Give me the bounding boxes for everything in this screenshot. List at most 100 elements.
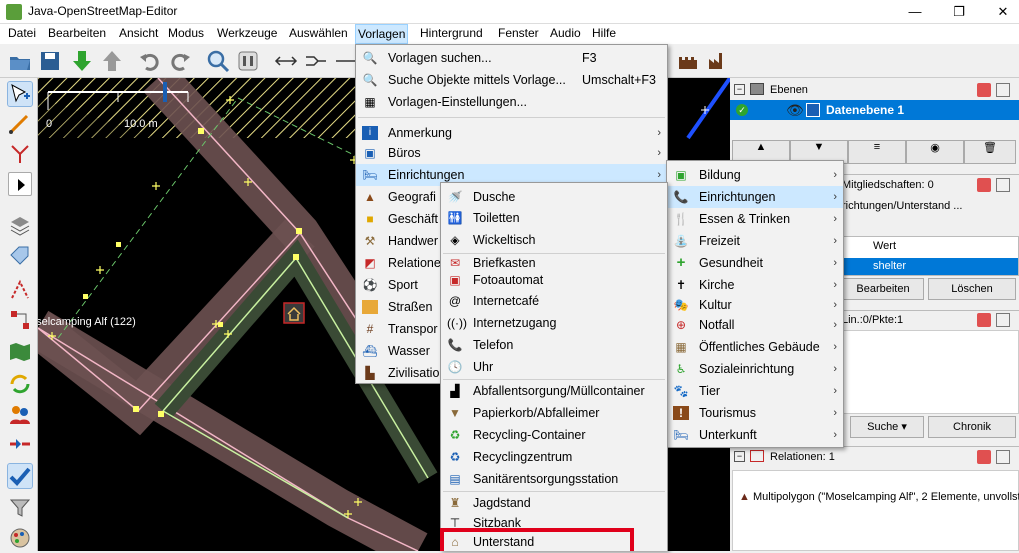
expand-modes-icon[interactable] — [8, 172, 32, 196]
submenu-item-tourismus[interactable]: ! Tourismus › — [667, 402, 843, 424]
save-icon[interactable] — [38, 49, 62, 73]
restore-button[interactable]: ❐ — [944, 2, 974, 22]
menu-fenster[interactable]: Fenster — [496, 26, 541, 40]
submenu-item-sozialeinrichtung[interactable]: ♿ Sozialeinrichtung › — [667, 358, 843, 380]
open-file-icon[interactable] — [8, 49, 32, 73]
show-hide-button[interactable]: ◉ — [906, 140, 964, 164]
item-dusche[interactable]: 🚿 Dusche — [441, 186, 667, 208]
tag-icon[interactable] — [8, 244, 32, 268]
submenu-item-freizeit[interactable]: ⛲ Freizeit › — [667, 230, 843, 252]
menu-item-bueros[interactable]: ▣ Büros › — [356, 142, 667, 164]
submenu-item-bildung[interactable]: ▣ Bildung › — [667, 164, 843, 186]
panel-detach-icon[interactable] — [996, 83, 1010, 97]
select-mode-icon[interactable] — [7, 81, 33, 107]
menu-item-wasser[interactable]: ⛴ Wasser — [356, 340, 442, 362]
selection-detach-icon[interactable] — [996, 313, 1010, 327]
upload-icon[interactable] — [100, 49, 124, 73]
users-icon[interactable] — [8, 402, 32, 426]
castle-icon[interactable] — [676, 49, 700, 73]
layer-row[interactable]: ✓ 👁 Datenebene 1 — [730, 100, 1019, 120]
item-abfallentsorgung[interactable]: ▟ Abfallentsorgung/Müllcontainer — [441, 380, 667, 402]
menu-datei[interactable]: Datei — [6, 26, 38, 40]
history-button[interactable]: Chronik — [928, 416, 1016, 438]
selection-list-icon[interactable] — [8, 278, 32, 302]
menu-item-suche-objekte[interactable]: 🔍 Suche Objekte mittels Vorlage... Umsch… — [356, 69, 667, 91]
download-icon[interactable] — [70, 49, 94, 73]
relations-close-icon[interactable] — [977, 450, 991, 464]
menu-item-transport[interactable]: # Transpor — [356, 318, 442, 340]
menu-vorlagen[interactable]: Vorlagen — [355, 24, 409, 44]
submenu-item-einrichtungen[interactable]: 📞 Einrichtungen › — [667, 186, 843, 208]
zoom-icon[interactable] — [206, 49, 230, 73]
menu-item-anmerkung[interactable]: i Anmerkung › — [356, 122, 667, 144]
menu-item-geschaeft[interactable]: ■ Geschäft — [356, 208, 442, 230]
submenu-item-unterkunft[interactable]: 🛏 Unterkunft › — [667, 424, 843, 446]
item-recycling-container[interactable]: ♻ Recycling-Container — [441, 424, 667, 446]
menu-item-geografie[interactable]: ▲ Geografi — [356, 186, 442, 208]
item-sitzbank[interactable]: ⊤ Sitzbank — [441, 512, 667, 528]
item-internetzugang[interactable]: ((·)) Internetzugang — [441, 312, 667, 334]
minimize-button[interactable]: — — [900, 2, 930, 22]
relations-detach-icon[interactable] — [996, 450, 1010, 464]
collapse-icon[interactable]: − — [734, 84, 745, 95]
menu-item-vorlagen-einstellungen[interactable]: ▦ Vorlagen-Einstellungen... — [356, 91, 667, 113]
delete-layer-button[interactable]: 🗑 — [964, 140, 1016, 164]
close-button[interactable]: ✕ — [988, 2, 1018, 22]
delete-button[interactable]: Löschen — [928, 278, 1016, 300]
split-way-icon[interactable] — [274, 49, 298, 73]
item-jagdstand[interactable]: ♜ Jagdstand — [441, 492, 667, 514]
merge-layer-button[interactable]: ≡ — [848, 140, 906, 164]
preferences-icon[interactable] — [236, 49, 260, 73]
selection-close-icon[interactable] — [977, 313, 991, 327]
menu-item-handwerk[interactable]: ⚒ Handwer — [356, 230, 442, 252]
submenu-item-kultur[interactable]: 🎭 Kultur › — [667, 294, 843, 316]
menu-bearbeiten[interactable]: Bearbeiten — [46, 26, 108, 40]
item-papierkorb[interactable]: ▼ Papierkorb/Abfalleimer — [441, 402, 667, 424]
menu-audio[interactable]: Audio — [548, 26, 583, 40]
item-recyclingzentrum[interactable]: ♻ Recyclingzentrum — [441, 446, 667, 468]
table-row[interactable]: shelter — [843, 258, 1018, 275]
item-fotoautomat[interactable]: ▣ Fotoautomat — [441, 269, 667, 291]
map-paint-icon[interactable] — [8, 526, 32, 550]
menu-item-strassen[interactable]: Straßen — [356, 296, 442, 318]
map-icon[interactable] — [8, 340, 32, 364]
undo-icon[interactable] — [138, 49, 162, 73]
menu-item-vorlagen-suchen[interactable]: 🔍 Vorlagen suchen... F3 — [356, 47, 667, 69]
item-sanitaerentsorgung[interactable]: ▤ Sanitärentsorgungsstation — [441, 468, 667, 490]
menu-modus[interactable]: Modus — [166, 26, 206, 40]
validation-icon[interactable] — [7, 463, 33, 489]
edit-button[interactable]: Bearbeiten — [842, 278, 924, 300]
submenu-item-oeffentliches-gebaeude[interactable]: ▦ Öffentliches Gebäude › — [667, 336, 843, 358]
menu-item-zivilisation[interactable]: ▙ Zivilisatio — [356, 362, 442, 384]
tags-close-icon[interactable] — [977, 178, 991, 192]
menu-werkzeuge[interactable]: Werkzeuge — [215, 26, 279, 40]
item-telefon[interactable]: 📞 Telefon — [441, 334, 667, 356]
relation-icon[interactable] — [8, 308, 32, 332]
layers-icon[interactable] — [8, 214, 32, 238]
submenu-item-essen-trinken[interactable]: 🍴 Essen & Trinken › — [667, 208, 843, 230]
menu-auswaehlen[interactable]: Auswählen — [287, 26, 350, 40]
relation-entry[interactable]: ▲ Multipolygon ("Moselcamping Alf", 2 El… — [739, 491, 1019, 503]
submenu-item-kirche[interactable]: ✝ Kirche › — [667, 274, 843, 296]
search-button[interactable]: Suche ▾ — [850, 416, 924, 438]
merge-nodes-icon[interactable] — [8, 432, 32, 456]
submenu-item-tier[interactable]: 🐾 Tier › — [667, 380, 843, 402]
visibility-eye-icon[interactable]: 👁 — [786, 102, 804, 119]
menu-item-relationen[interactable]: ◩ Relatione — [356, 252, 442, 274]
submenu-item-gesundheit[interactable]: + Gesundheit › — [667, 252, 843, 274]
item-internetcafe[interactable]: @ Internetcafé — [441, 290, 667, 312]
menu-item-sport[interactable]: ⚽ Sport — [356, 274, 442, 296]
draw-mode-icon[interactable] — [8, 112, 32, 136]
menu-ansicht[interactable]: Ansicht — [117, 26, 160, 40]
item-wickeltisch[interactable]: ◈ Wickeltisch — [441, 229, 667, 251]
menu-hilfe[interactable]: Hilfe — [590, 26, 618, 40]
relations-collapse-icon[interactable]: − — [734, 451, 745, 462]
submenu-item-notfall[interactable]: ⊕ Notfall › — [667, 314, 843, 336]
improve-way-icon[interactable] — [8, 142, 32, 166]
item-uhr[interactable]: 🕓 Uhr — [441, 356, 667, 378]
conflict-icon[interactable] — [8, 372, 32, 396]
preset-path[interactable]: richtungen/Unterstand ... — [842, 200, 962, 212]
selection-list[interactable] — [842, 330, 1019, 414]
redo-icon[interactable] — [168, 49, 192, 73]
panel-close-icon[interactable] — [977, 83, 991, 97]
